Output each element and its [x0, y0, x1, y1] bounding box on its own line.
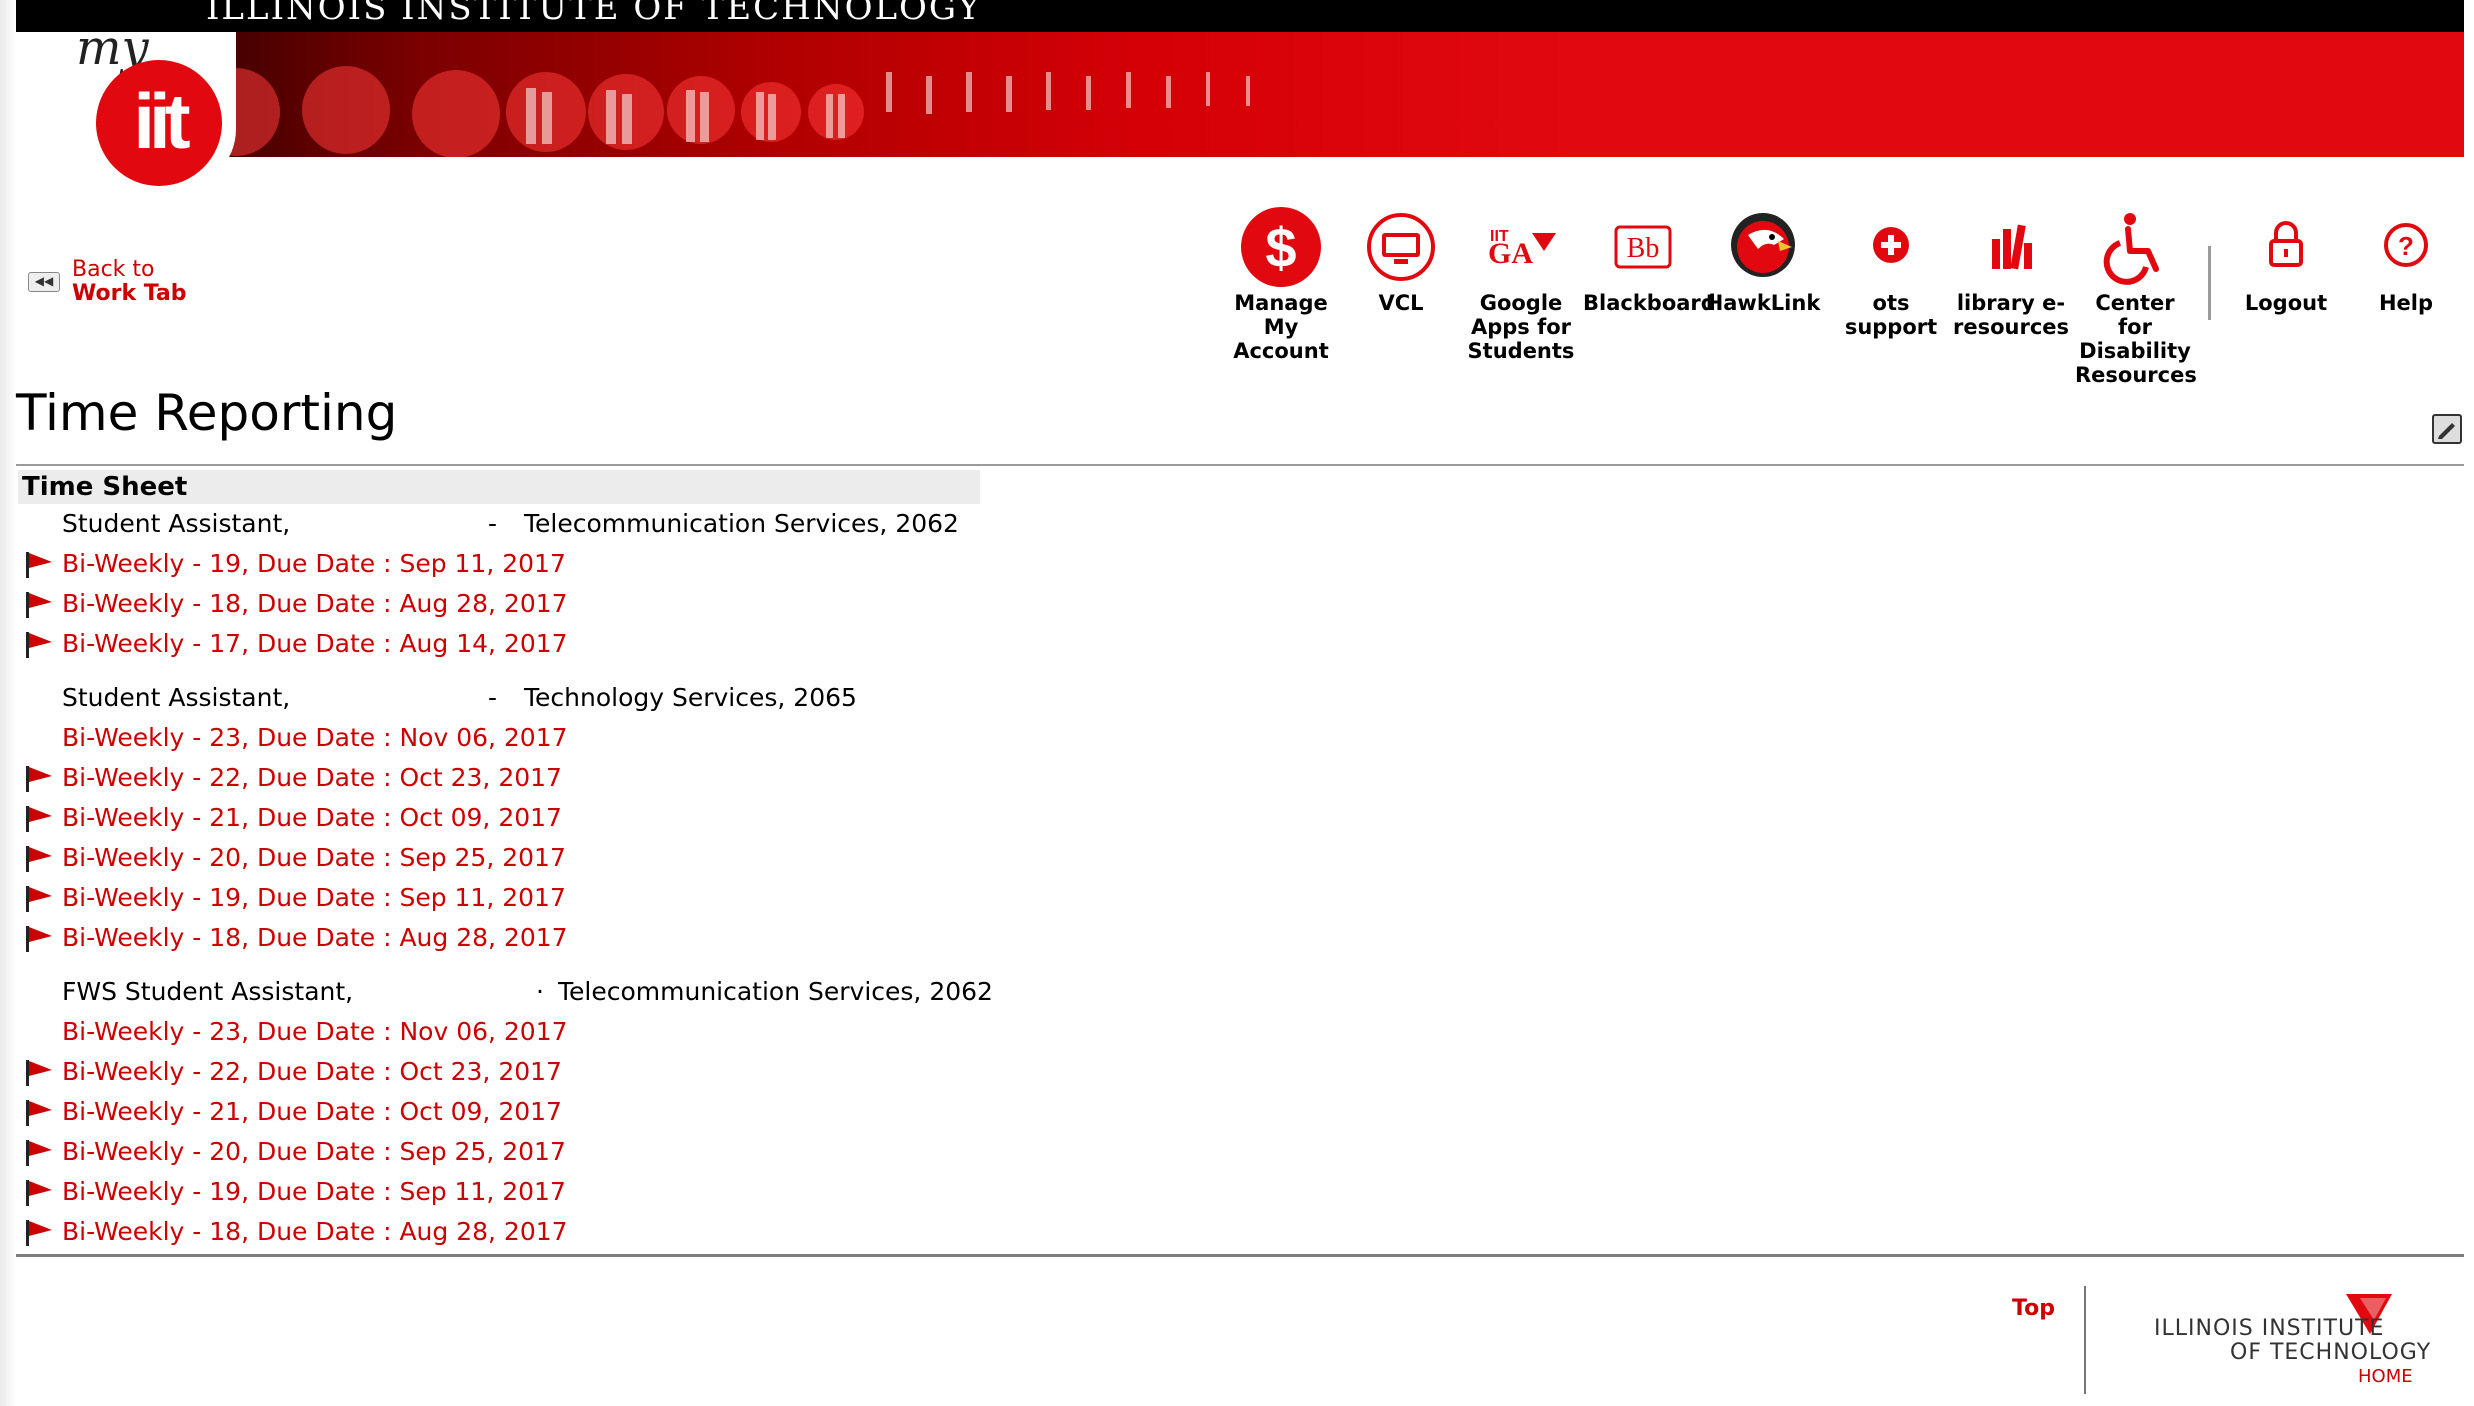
nav-label: ots support [1844, 291, 1938, 339]
nav-label: Help [2378, 291, 2434, 315]
footer-separator [2084, 1286, 2086, 1394]
job-title: Student Assistant, [62, 509, 291, 538]
red-flag-icon [24, 804, 54, 844]
timesheet-period-link[interactable]: Bi-Weekly - 23, Due Date : Nov 06, 2017 [62, 718, 568, 758]
timesheet-period-link[interactable]: Bi-Weekly - 19, Due Date : Sep 11, 2017 [62, 1172, 566, 1212]
left-edge-shade [0, 0, 16, 1406]
footer-logo-line2: OF TECHNOLOGY [2230, 1340, 2432, 1365]
banner-people-graphic [126, 32, 1576, 157]
timesheet-period-link[interactable]: Bi-Weekly - 20, Due Date : Sep 25, 2017 [62, 1132, 566, 1172]
timesheet-period-link[interactable]: Bi-Weekly - 21, Due Date : Oct 09, 2017 [62, 798, 562, 838]
red-flag-icon [24, 1178, 54, 1218]
edit-page-icon[interactable] [2432, 414, 2462, 444]
job-title: Student Assistant, [62, 683, 291, 712]
svg-text:GA: GA [1488, 237, 1533, 270]
nav-separator [2208, 246, 2211, 320]
timesheet-period-link[interactable]: Bi-Weekly - 19, Due Date : Sep 11, 2017 [62, 544, 566, 584]
timesheet-period-link[interactable]: Bi-Weekly - 20, Due Date : Sep 25, 2017 [62, 838, 566, 878]
back-link-text[interactable]: Back to Work Tab [72, 258, 187, 306]
nav-label: Manage My Account [1233, 291, 1329, 363]
timesheet-period-link[interactable]: Bi-Weekly - 22, Due Date : Oct 23, 2017 [62, 758, 562, 798]
footer-logo-line1: ILLINOIS INSTITUTE [2154, 1316, 2385, 1341]
red-flag-icon [24, 924, 54, 964]
monitor-icon [1367, 213, 1435, 281]
job-department: Telecommunication Services, 2062 [558, 977, 993, 1006]
job-department: Telecommunication Services, 2062 [524, 509, 959, 538]
nav-logout[interactable]: Logout [2226, 205, 2346, 315]
nav-blackboard[interactable]: Bb Blackboard [1583, 205, 1716, 315]
google-apps-icon: IIT GA [1488, 228, 1556, 270]
nav-help[interactable]: ? Help [2346, 205, 2466, 315]
red-flag-icon [24, 1058, 54, 1098]
support-cross-icon [1873, 227, 1909, 263]
lock-icon [2269, 221, 2303, 267]
nav-label: library e-resources [1952, 291, 2070, 339]
red-flag-icon [24, 844, 54, 884]
content-bottom-divider [16, 1254, 2464, 1257]
job-title: FWS Student Assistant, [62, 977, 354, 1006]
nav-label: Logout [2244, 291, 2328, 315]
nav-label: HawkLink [1705, 291, 1821, 315]
job-heading: Student Assistant, - Technology Services, … [62, 678, 857, 718]
blackboard-icon: Bb [1614, 225, 1672, 269]
iit-home-logo[interactable]: ILLINOIS INSTITUTE OF TECHNOLOGY HOME [2150, 1292, 2450, 1392]
hawk-icon [1731, 213, 1795, 277]
myiit-logo[interactable]: iit [96, 60, 222, 186]
job-heading: FWS Student Assistant, · Telecommunication… [62, 972, 993, 1012]
nav-label: Center for Disability Resources [2075, 291, 2197, 387]
back-link-line2: Work Tab [72, 281, 187, 306]
red-flag-icon [24, 590, 54, 630]
nav-label: VCL [1378, 291, 1424, 315]
nav-disability-resources[interactable]: Center for Disability Resources [2075, 205, 2197, 387]
timesheet-period-link[interactable]: Bi-Weekly - 19, Due Date : Sep 11, 2017 [62, 878, 566, 918]
library-icon [1992, 224, 2032, 270]
job-separator: - [488, 683, 498, 712]
header-banner: ILLINOIS INSTITUTE OF TECHNOLOGY [16, 0, 2464, 157]
job-heading: Student Assistant, - Telecommunication Ser… [62, 504, 959, 544]
svg-text:?: ? [2398, 231, 2414, 261]
job-department: Technology Services, 2065 [524, 683, 857, 712]
timesheet-period-link[interactable]: Bi-Weekly - 18, Due Date : Aug 28, 2017 [62, 918, 568, 958]
dollar-icon: $ [1241, 207, 1321, 287]
rewind-icon[interactable]: ◀◀ [28, 272, 60, 292]
red-flag-icon [24, 764, 54, 804]
nav-library-eresources[interactable]: library e-resources [1951, 205, 2071, 339]
red-flag-icon [24, 884, 54, 924]
back-link-line1: Back to [72, 257, 155, 282]
timesheet-period-link[interactable]: Bi-Weekly - 22, Due Date : Oct 23, 2017 [62, 1052, 562, 1092]
title-divider [16, 464, 2464, 466]
red-flag-icon [24, 630, 54, 670]
nav-ots-support[interactable]: ots support [1831, 205, 1951, 339]
timesheet-period-link[interactable]: Bi-Weekly - 18, Due Date : Aug 28, 2017 [62, 1212, 568, 1252]
job-separator: - [488, 509, 498, 538]
nav-label: Google Apps for Students [1467, 291, 1575, 363]
nav-vcl[interactable]: VCL [1341, 205, 1461, 315]
timesheet-period-link[interactable]: Bi-Weekly - 21, Due Date : Oct 09, 2017 [62, 1092, 562, 1132]
nav-hawklink[interactable]: HawkLink [1703, 205, 1823, 315]
timesheet-section-header: Time Sheet [18, 470, 980, 504]
timesheet-period-link[interactable]: Bi-Weekly - 17, Due Date : Aug 14, 2017 [62, 624, 568, 664]
institution-banner-title: ILLINOIS INSTITUTE OF TECHNOLOGY [206, 0, 982, 28]
timesheet-period-link[interactable]: Bi-Weekly - 18, Due Date : Aug 28, 2017 [62, 584, 568, 624]
footer-logo-home: HOME [2358, 1366, 2413, 1387]
red-flag-icon [24, 1218, 54, 1258]
nav-label: Blackboard [1583, 291, 1716, 315]
page-title: Time Reporting [16, 384, 398, 442]
top-link[interactable]: Top [2012, 1296, 2055, 1321]
accessibility-icon [2103, 213, 2159, 285]
job-separator: · [536, 977, 544, 1006]
help-icon: ? [2384, 223, 2428, 267]
svg-text:Bb: Bb [1627, 233, 1660, 264]
timesheet-period-link[interactable]: Bi-Weekly - 23, Due Date : Nov 06, 2017 [62, 1012, 568, 1052]
red-flag-icon [24, 550, 54, 590]
red-flag-icon [24, 1138, 54, 1178]
nav-google-apps[interactable]: IIT GA Google Apps for Students [1461, 205, 1581, 363]
nav-manage-my-account[interactable]: $ Manage My Account [1221, 205, 1341, 363]
red-flag-icon [24, 1098, 54, 1138]
svg-text:$: $ [1265, 216, 1296, 279]
